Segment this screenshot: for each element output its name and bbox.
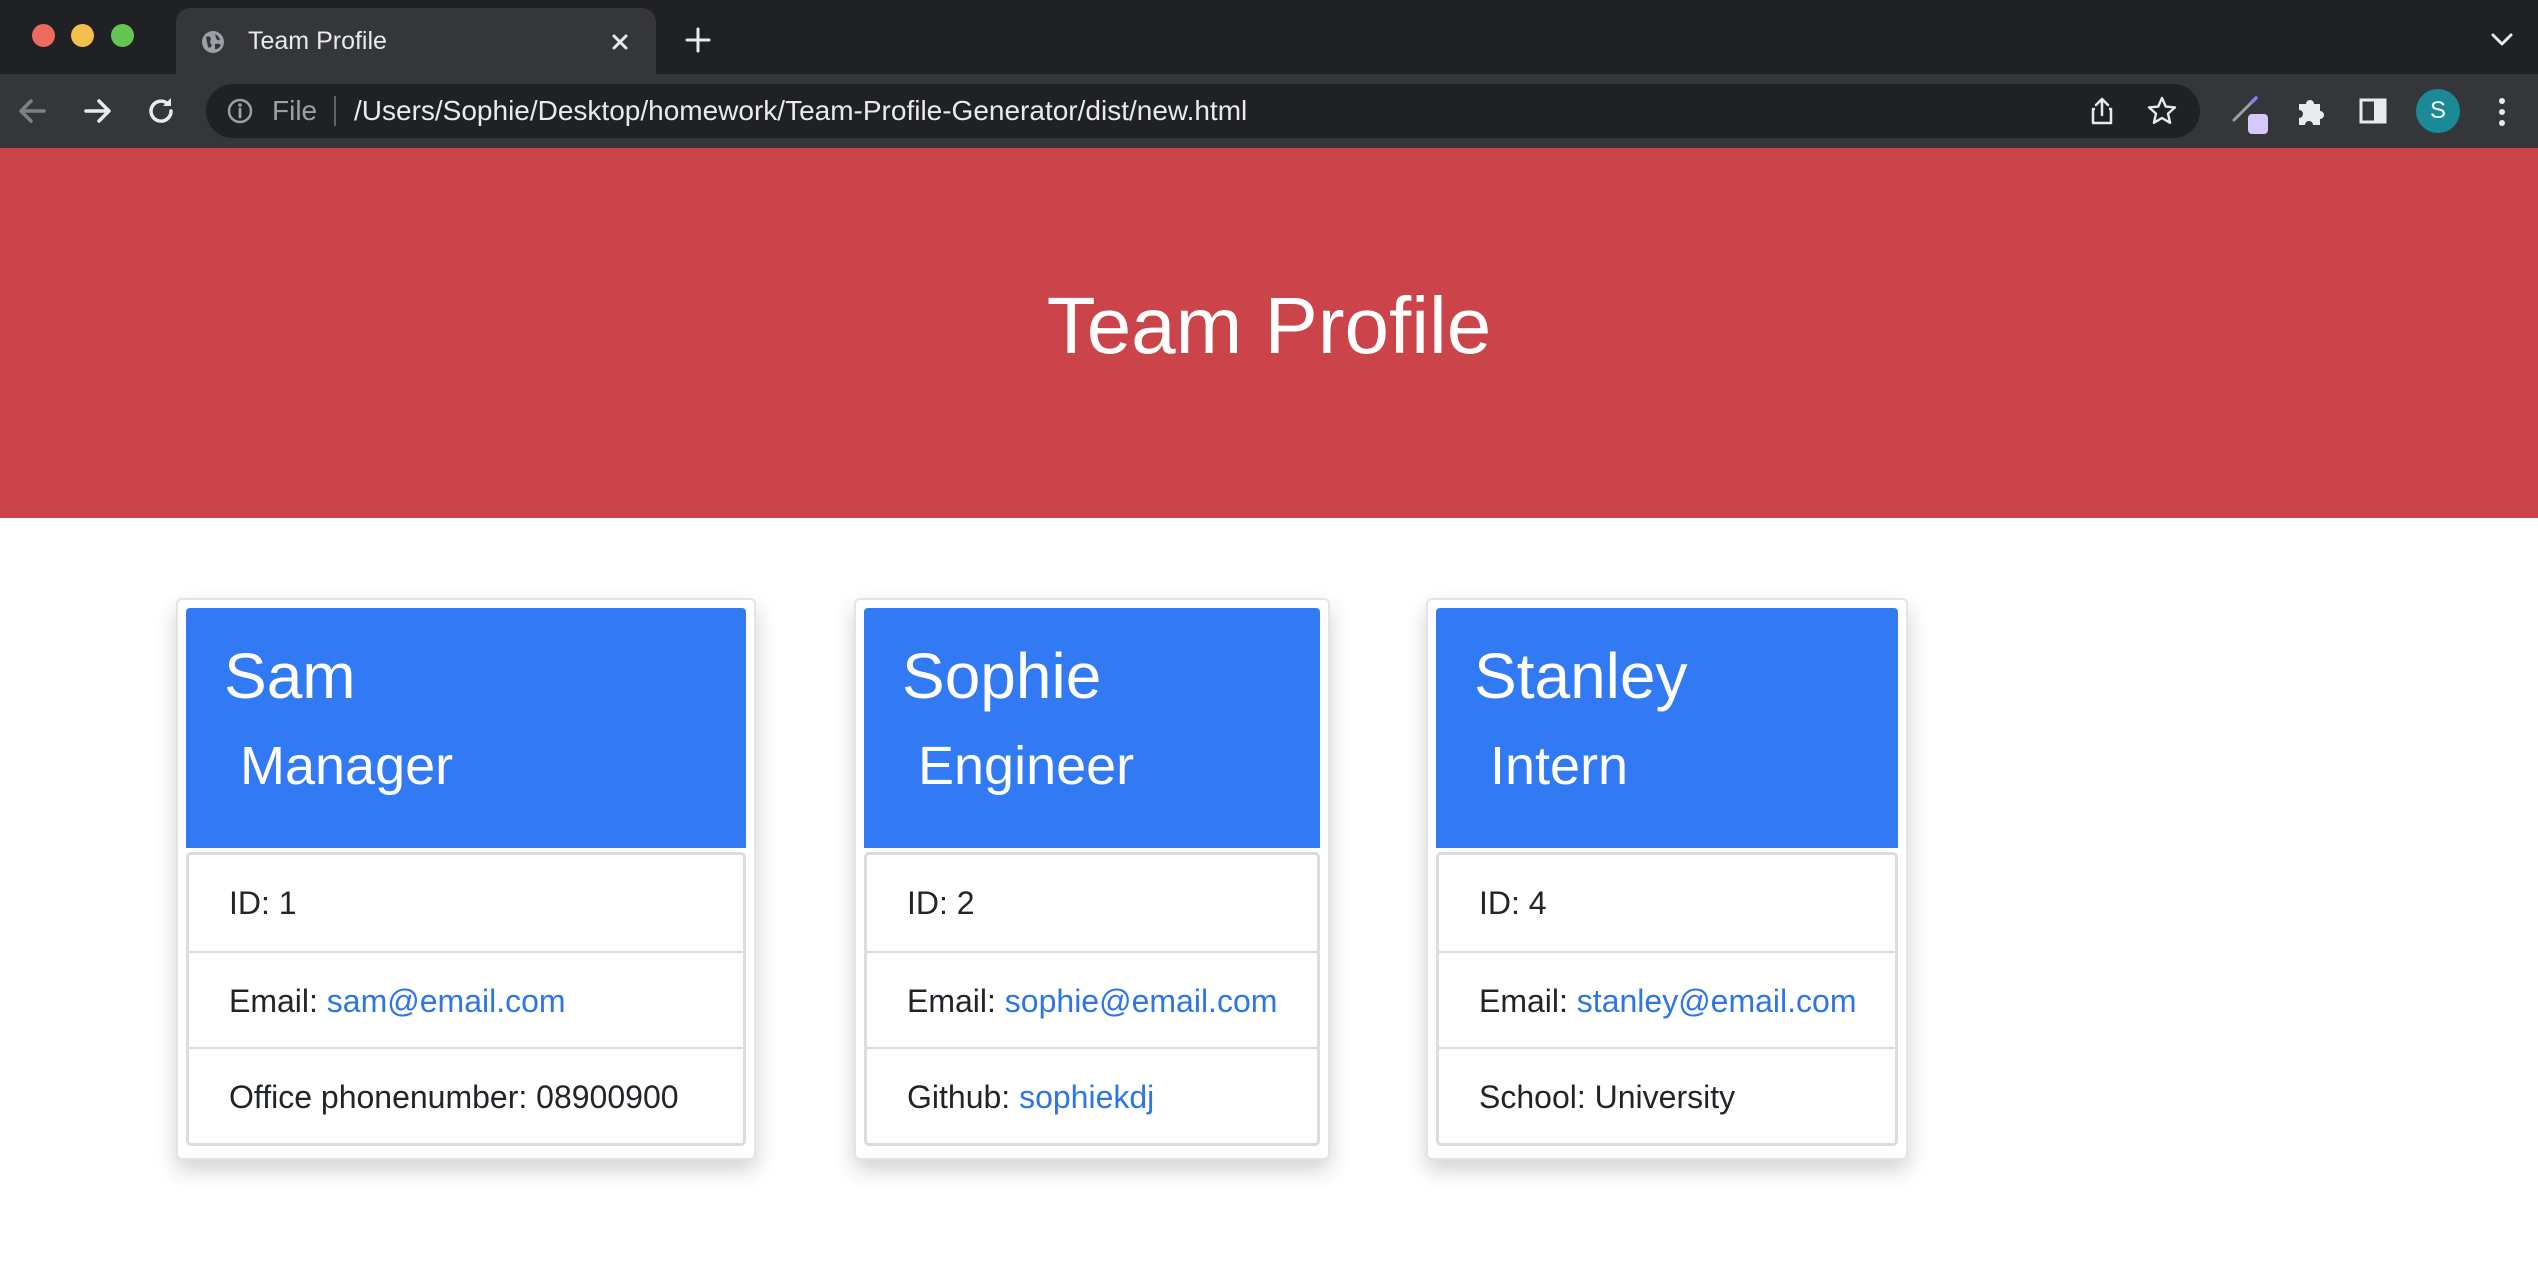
employee-role: Intern (1490, 736, 1629, 796)
office-phone: Office phonenumber: 08900900 (189, 1047, 743, 1143)
email-link[interactable]: stanley@email.com (1577, 983, 1857, 1019)
tab-title: Team Profile (248, 27, 387, 55)
school-row: School: University (1439, 1047, 1895, 1143)
side-panel-icon[interactable] (2358, 96, 2388, 126)
email-label: Email: (1479, 983, 1577, 1019)
employee-id: ID: 2 (907, 885, 975, 921)
github-row: Github: sophiekdj (867, 1047, 1317, 1143)
employee-email-row: Email: sam@email.com (189, 951, 743, 1047)
info-icon[interactable] (226, 97, 254, 125)
card-header: Sophie Engineer (864, 608, 1320, 848)
employee-card-sophie: Sophie Engineer ID: 2 Email: sophie@emai… (854, 598, 1330, 1160)
employee-details: ID: 2 Email: sophie@email.com Github: so… (864, 852, 1320, 1146)
employee-role: Manager (240, 736, 454, 796)
scheme-label: File (272, 95, 318, 126)
back-arrow-icon[interactable] (14, 92, 52, 130)
email-label: Email: (229, 983, 327, 1019)
address-bar[interactable]: File /Users/Sophie/Desktop/homework/Team… (206, 84, 2200, 138)
github-link[interactable]: sophiekdj (1019, 1079, 1154, 1115)
email-link[interactable]: sam@email.com (327, 983, 566, 1019)
close-window-button[interactable] (32, 24, 55, 47)
divider (334, 96, 336, 126)
more-menu-icon[interactable] (2490, 94, 2514, 130)
employee-details: ID: 1 Email: sam@email.com Office phonen… (186, 852, 746, 1146)
chevron-down-icon[interactable] (2488, 30, 2516, 50)
forward-arrow-icon[interactable] (78, 92, 116, 130)
hero-banner: Team Profile (0, 148, 2538, 518)
card-header: Sam Manager (186, 608, 746, 848)
employee-role: Engineer (918, 736, 1135, 796)
maximize-window-button[interactable] (111, 24, 134, 47)
pen-extension-icon[interactable] (2228, 94, 2270, 136)
puzzle-icon[interactable] (2294, 94, 2328, 128)
share-icon[interactable] (2086, 95, 2118, 127)
browser-toolbar: File /Users/Sophie/Desktop/homework/Team… (0, 74, 2538, 148)
new-tab-icon[interactable] (684, 26, 712, 54)
close-tab-icon[interactable] (606, 28, 634, 56)
star-icon[interactable] (2146, 95, 2178, 127)
reload-icon[interactable] (142, 92, 180, 130)
minimize-window-button[interactable] (71, 24, 94, 47)
employee-name: Sophie (902, 640, 1102, 712)
card-header: Stanley Intern (1436, 608, 1898, 848)
employee-card-stanley: Stanley Intern ID: 4 Email: stanley@emai… (1426, 598, 1908, 1160)
github-label: Github: (907, 1079, 1020, 1115)
employee-details: ID: 4 Email: stanley@email.com School: U… (1436, 852, 1898, 1146)
employee-email-row: Email: sophie@email.com (867, 951, 1317, 1047)
employee-name: Sam (224, 640, 356, 712)
url-text[interactable]: /Users/Sophie/Desktop/homework/Team-Prof… (354, 96, 1247, 126)
employee-email-row: Email: stanley@email.com (1439, 951, 1895, 1047)
tab-strip: Team Profile (0, 0, 2538, 74)
email-label: Email: (907, 983, 1005, 1019)
employee-id: ID: 1 (229, 885, 297, 921)
employee-card-sam: Sam Manager ID: 1 Email: sam@email.com O… (176, 598, 756, 1160)
active-tab[interactable]: Team Profile (176, 8, 656, 74)
avatar[interactable]: S (2416, 89, 2460, 133)
employee-name: Stanley (1474, 640, 1688, 712)
globe-icon (202, 31, 224, 53)
page-title: Team Profile (1046, 281, 1492, 370)
email-link[interactable]: sophie@email.com (1005, 983, 1278, 1019)
employee-id: ID: 4 (1479, 885, 1547, 921)
